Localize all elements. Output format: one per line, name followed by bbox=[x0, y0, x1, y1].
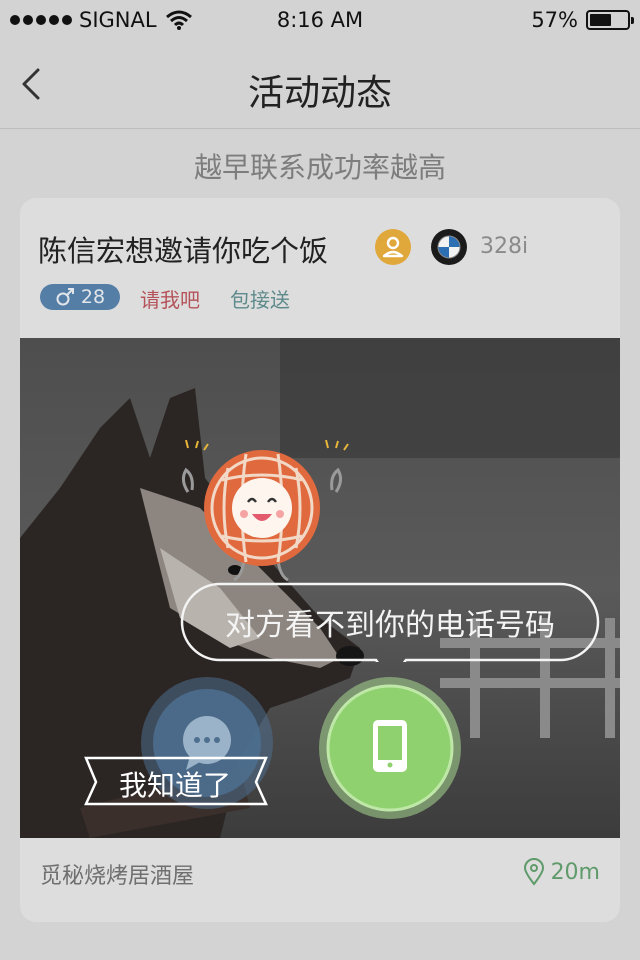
page-title: 活动动态 bbox=[247, 73, 392, 114]
distance-info: 20m bbox=[523, 858, 600, 886]
dismiss-button[interactable]: 我知道了 bbox=[80, 764, 270, 804]
hint-text: 对方看不到你的电话号码 bbox=[225, 608, 555, 643]
car-model: 328i bbox=[480, 234, 529, 259]
age-value: 28 bbox=[80, 286, 106, 308]
phone-icon bbox=[373, 720, 407, 772]
venue-name: 觅秘烧烤居酒屋 bbox=[40, 864, 195, 889]
status-bar: SIGNAL 8:16 AM 57% bbox=[0, 0, 640, 40]
invitation-title: 陈信宏想邀请你吃个饭 bbox=[38, 234, 329, 268]
bmw-logo bbox=[431, 229, 467, 265]
age-badge: 28 bbox=[40, 284, 120, 310]
tag-pickup: 包接送 bbox=[230, 288, 290, 312]
person-verified-icon bbox=[375, 229, 411, 265]
battery-indicator: 57% bbox=[531, 8, 634, 32]
smiling-mascot bbox=[181, 440, 349, 582]
contact-tip: 越早联系成功率越高 bbox=[193, 151, 446, 184]
tag-treat: 请我吧 bbox=[140, 288, 200, 312]
battery-icon bbox=[586, 10, 634, 30]
call-button[interactable] bbox=[318, 676, 462, 820]
battery-fill bbox=[590, 14, 611, 26]
battery-percent: 57% bbox=[531, 8, 578, 32]
nav-bar: 活动动态 bbox=[0, 40, 640, 129]
male-icon bbox=[56, 288, 74, 306]
distance-value: 20m bbox=[550, 859, 600, 885]
location-pin-icon bbox=[523, 858, 544, 886]
